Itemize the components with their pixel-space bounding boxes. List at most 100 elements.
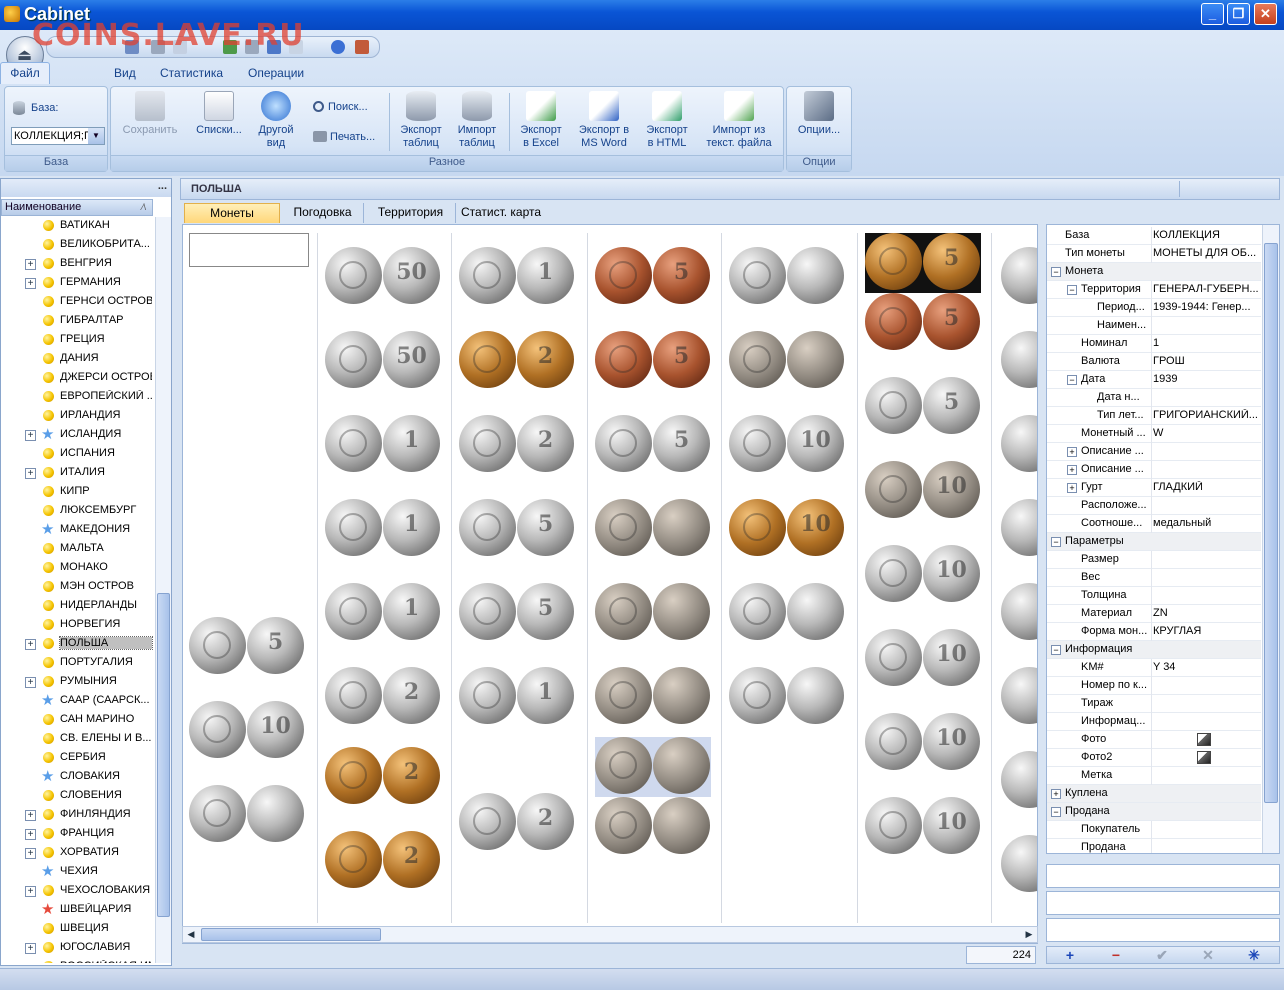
- save-button[interactable]: Сохранить: [117, 91, 183, 137]
- gallery-hscrollbar[interactable]: ◀ ▶: [182, 926, 1038, 943]
- coin-thumbnail[interactable]: 5: [595, 331, 711, 391]
- expand-icon[interactable]: +: [25, 829, 36, 840]
- property-row[interactable]: Номер по к...: [1047, 677, 1261, 695]
- tree-item[interactable]: ИРЛАНДИЯ: [1, 407, 155, 426]
- tab-statistics[interactable]: Статистика: [160, 66, 223, 80]
- coin-thumbnail[interactable]: [729, 583, 845, 643]
- tree-item[interactable]: ГИБРАЛТАР: [1, 312, 155, 331]
- coin-thumbnail[interactable]: 10: [865, 545, 981, 605]
- coin-thumbnail[interactable]: 50: [325, 247, 441, 307]
- column-header-name[interactable]: Наименование ⁄\: [1, 199, 153, 216]
- expand-icon[interactable]: +: [25, 639, 36, 650]
- property-row[interactable]: Вес: [1047, 569, 1261, 587]
- coin-thumbnail[interactable]: [595, 499, 711, 559]
- coin-thumbnail[interactable]: 1: [459, 247, 575, 307]
- tab-operations[interactable]: Операции: [248, 66, 304, 80]
- tree-item[interactable]: + ПОЛЬША: [1, 635, 155, 654]
- tree-item[interactable]: + ГЕРМАНИЯ: [1, 274, 155, 293]
- database-combo[interactable]: КОЛЛЕКЦИЯ;Г ▼: [11, 127, 105, 145]
- coin-thumbnail[interactable]: [729, 331, 845, 391]
- expand-icon[interactable]: +: [25, 468, 36, 479]
- tree-item[interactable]: НИДЕРЛАНДЫ: [1, 597, 155, 616]
- tree-item[interactable]: ВАТИКАН: [1, 217, 155, 236]
- tree-item[interactable]: ДЖЕРСИ ОСТРОВ: [1, 369, 155, 388]
- coin-thumbnail[interactable]: 5: [595, 247, 711, 307]
- coin-thumbnail[interactable]: 5: [189, 617, 305, 677]
- property-row[interactable]: Продана: [1047, 839, 1261, 853]
- coin-thumbnail[interactable]: [595, 737, 711, 797]
- tree-item[interactable]: ВЕЛИКОБРИТА...: [1, 236, 155, 255]
- coin-thumbnail[interactable]: [1001, 751, 1037, 811]
- photo-icon[interactable]: [1197, 733, 1211, 746]
- tab-file[interactable]: Файл: [0, 62, 50, 84]
- coin-thumbnail[interactable]: [595, 667, 711, 727]
- coin-thumbnail[interactable]: 10: [729, 415, 845, 475]
- memo-field-3[interactable]: [1046, 918, 1280, 942]
- property-row[interactable]: База КОЛЛЕКЦИЯ: [1047, 227, 1261, 245]
- info-icon[interactable]: [331, 40, 345, 54]
- tab-territory[interactable]: Территория: [366, 203, 456, 223]
- expand-icon[interactable]: +: [1067, 447, 1077, 457]
- expand-icon[interactable]: +: [25, 430, 36, 441]
- expand-icon[interactable]: +: [25, 677, 36, 688]
- property-value[interactable]: Y 34: [1153, 661, 1259, 673]
- add-record-button[interactable]: +: [1047, 947, 1093, 963]
- app-icon[interactable]: [4, 6, 20, 22]
- scroll-right-icon[interactable]: ▶: [1021, 927, 1037, 942]
- tree-item[interactable]: + ЮГОСЛАВИЯ: [1, 939, 155, 958]
- property-value[interactable]: МОНЕТЫ ДЛЯ ОБ...: [1153, 247, 1259, 259]
- expand-icon[interactable]: +: [25, 259, 36, 270]
- coin-thumbnail[interactable]: [729, 667, 845, 727]
- tree-item[interactable]: ШВЕЦИЯ: [1, 920, 155, 939]
- scroll-left-icon[interactable]: ◀: [183, 927, 199, 942]
- tree-item[interactable]: ★ МАКЕДОНИЯ: [1, 521, 155, 540]
- coin-thumbnail[interactable]: 2: [459, 793, 575, 853]
- property-value[interactable]: ГРОШ: [1153, 355, 1259, 367]
- property-value[interactable]: КОЛЛЕКЦИЯ: [1153, 229, 1259, 241]
- property-row[interactable]: Материал ZN: [1047, 605, 1261, 623]
- tree-item[interactable]: МАЛЬТА: [1, 540, 155, 559]
- coin-thumbnail[interactable]: 10: [189, 701, 305, 761]
- export-html-button[interactable]: Экспорт в HTML: [639, 91, 695, 150]
- coin-thumbnail[interactable]: 10: [865, 713, 981, 773]
- property-row[interactable]: − Дата 1939: [1047, 371, 1261, 389]
- gallery-scrollbar-thumb[interactable]: [201, 928, 381, 941]
- property-value[interactable]: ZN: [1153, 607, 1259, 619]
- tree-item[interactable]: ПОРТУГАЛИЯ: [1, 654, 155, 673]
- coin-thumbnail[interactable]: 1: [325, 415, 441, 475]
- coin-thumbnail[interactable]: 5: [865, 293, 981, 353]
- property-scrollbar[interactable]: [1262, 225, 1279, 853]
- expand-icon[interactable]: −: [1067, 285, 1077, 295]
- property-row[interactable]: − Информация: [1047, 641, 1261, 659]
- property-scrollbar-thumb[interactable]: [1264, 243, 1278, 803]
- tree-scrollbar-thumb[interactable]: [157, 593, 170, 917]
- property-value[interactable]: 1939-1944: Генер...: [1153, 301, 1259, 313]
- property-row[interactable]: Размер: [1047, 551, 1261, 569]
- tree-item[interactable]: СВ. ЕЛЕНЫ И В...: [1, 730, 155, 749]
- coin-thumbnail[interactable]: [1001, 415, 1037, 475]
- property-row[interactable]: Метка: [1047, 767, 1261, 785]
- coin-thumbnail[interactable]: 2: [325, 747, 441, 807]
- coin-thumbnail[interactable]: 5: [865, 377, 981, 437]
- tree-item[interactable]: + ЧЕХОСЛОВАКИЯ: [1, 882, 155, 901]
- coin-thumbnail[interactable]: 2: [325, 667, 441, 727]
- coin-thumbnail[interactable]: 10: [865, 629, 981, 689]
- tree-item[interactable]: ЕВРОПЕЙСКИЙ ...: [1, 388, 155, 407]
- refresh-button[interactable]: ✳: [1231, 947, 1277, 963]
- export-excel-button[interactable]: Экспорт в Excel: [513, 91, 569, 150]
- property-row[interactable]: Расположе...: [1047, 497, 1261, 515]
- property-row[interactable]: Наимен...: [1047, 317, 1261, 335]
- property-row[interactable]: Номинал 1: [1047, 335, 1261, 353]
- tree-item[interactable]: РОССИЙСКАЯ ИМП...: [1, 958, 155, 963]
- tree-item[interactable]: ГРЕЦИЯ: [1, 331, 155, 350]
- property-value[interactable]: 1939: [1153, 373, 1259, 385]
- coin-thumbnail[interactable]: [1001, 499, 1037, 559]
- apply-button[interactable]: ✔: [1139, 947, 1185, 963]
- property-row[interactable]: Период... 1939-1944: Генер...: [1047, 299, 1261, 317]
- tree-item[interactable]: САН МАРИНО: [1, 711, 155, 730]
- property-row[interactable]: + Описание ...: [1047, 461, 1261, 479]
- coin-thumbnail[interactable]: [1001, 247, 1037, 307]
- coin-thumbnail[interactable]: [729, 247, 845, 307]
- coin-thumbnail[interactable]: 5: [459, 583, 575, 643]
- tree-item[interactable]: ИСПАНИЯ: [1, 445, 155, 464]
